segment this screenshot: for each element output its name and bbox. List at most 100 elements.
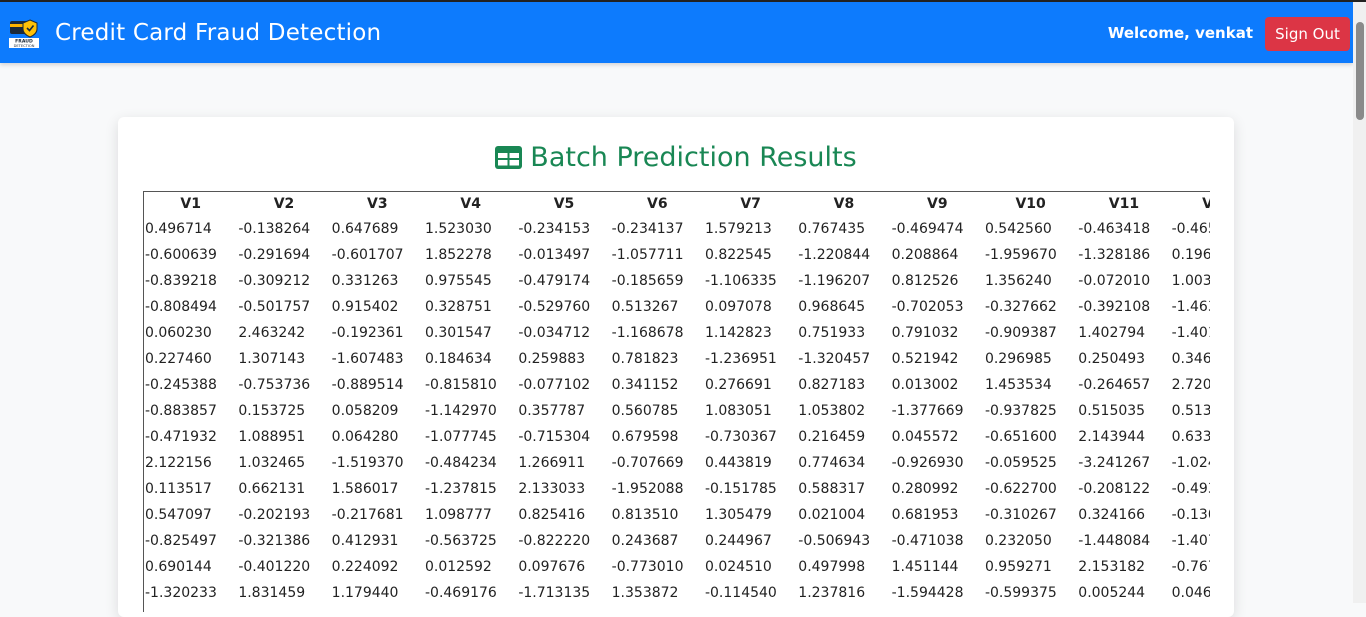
table-cell: -0.937825 (984, 403, 1057, 419)
scrollbar-thumb[interactable] (1356, 22, 1364, 120)
table-cell: -0.839218 (145, 273, 217, 289)
table-cell: 0.975545 (424, 273, 492, 289)
sign-out-button[interactable]: Sign Out (1265, 17, 1350, 51)
table-cell: -0.484234 (424, 455, 497, 471)
table-cell: -1.328186 (1078, 247, 1151, 263)
table-cell: 2.143944 (1078, 429, 1146, 445)
table-cell: -1.594428 (891, 585, 964, 601)
table-cell: 0.588317 (798, 481, 866, 497)
table-cell: -1.377669 (891, 403, 964, 419)
table-cell: -0.471932 (145, 429, 217, 445)
table-cell: -0.469474 (891, 221, 964, 237)
table-row: -0.245388 -0.753736 -0.889514 -0.815810 -0.0… (144, 372, 1210, 398)
results-card: Batch Prediction Results V1 V2 V3 V4 V5 V6 V7 V… (118, 117, 1234, 617)
svg-text:DETECTION: DETECTION (14, 44, 35, 48)
table-cell: 0.560785 (611, 403, 679, 419)
table-cell: -1.713135 (518, 585, 591, 601)
table-cell: 1.053802 (798, 403, 866, 419)
table-row: 2.122156 1.032465 -1.519370 -0.484234 1.2669… (144, 450, 1210, 476)
table-cell: -0.715304 (518, 429, 591, 445)
table-cell: 1.142823 (704, 325, 772, 341)
table-row: -0.825497 -0.321386 0.412931 -0.563725 -0.82… (144, 528, 1210, 554)
table-cell: 0.497998 (798, 559, 866, 575)
table-row: -0.808494 -0.501757 0.915402 0.328751 -0.529… (144, 294, 1210, 320)
table-cell: -0.529760 (518, 299, 591, 315)
table-cell: 0.647689 (331, 221, 399, 237)
table-cell: -0.469176 (424, 585, 497, 601)
table-cell: 2.463242 (238, 325, 306, 341)
table-cell: 0.959271 (984, 559, 1052, 575)
fraud-detection-logo: FRAUD DETECTION (9, 19, 39, 48)
table-row: 0.060230 2.463242 -0.192361 0.301547 -0.0347… (144, 320, 1210, 346)
table-cell: 0.521942 (891, 351, 959, 367)
table-cell: 0.097676 (518, 559, 586, 575)
table-cell: 1.179440 (331, 585, 399, 601)
column-header: V2 (273, 196, 295, 212)
table-cell: -1.057711 (611, 247, 684, 263)
page-scrollbar[interactable] (1353, 2, 1366, 603)
table-cell: -0.815810 (424, 377, 497, 393)
table-cell: -1.106335 (704, 273, 777, 289)
column-header: V8 (833, 196, 855, 212)
table-row: -1.320233 1.831459 1.179440 -0.469176 -1.713… (144, 580, 1210, 606)
table-cell: -0.563725 (424, 533, 497, 549)
table-cell: -1.407464 (1171, 533, 1210, 549)
table-cell: -0.291694 (238, 247, 311, 263)
table-cell: 0.357787 (518, 403, 586, 419)
table-cell: -1.607483 (331, 351, 404, 367)
table-cell: 0.679598 (611, 429, 679, 445)
table-cell: 0.633919 (1171, 429, 1210, 445)
navbar: FRAUD DETECTION Credit Card Fraud Detect… (0, 2, 1353, 63)
table-cell: 0.968645 (798, 299, 866, 315)
table-cell: 0.113517 (145, 481, 212, 497)
table-cell: 0.324166 (1078, 507, 1146, 523)
column-header: V10 (1015, 196, 1046, 212)
table-cell: -0.013497 (518, 247, 591, 263)
column-header: V4 (460, 196, 481, 212)
table-cell: 2.133033 (518, 481, 586, 497)
table-cell: -1.237815 (424, 481, 497, 497)
table-cell: 0.224092 (331, 559, 399, 575)
table-cell: 0.341152 (611, 377, 679, 393)
table-cell: 0.064280 (331, 429, 399, 445)
table-cell: -3.241267 (1078, 455, 1151, 471)
table-cell: -0.767348 (1171, 559, 1210, 575)
table-cell: -0.130143 (1171, 507, 1210, 523)
table-cell: 0.542560 (984, 221, 1052, 237)
table-cell: -0.889514 (331, 377, 404, 393)
table-cell: -0.138264 (238, 221, 311, 237)
results-table: V1V2V3V4V5V6V7V8V9V10V11V12V13V14 0.4967… (144, 192, 1210, 606)
table-cell: 0.280992 (891, 481, 959, 497)
table-cell: 0.690144 (145, 559, 212, 575)
card-title-text: Batch Prediction Results (530, 142, 857, 173)
table-cell: 0.012592 (424, 559, 492, 575)
table-cell: 0.097078 (704, 299, 772, 315)
table-cell: -0.506943 (798, 533, 871, 549)
table-cell: 0.513786 (1171, 403, 1210, 419)
column-header: V5 (553, 196, 575, 212)
column-header: V7 (740, 196, 761, 212)
table-cell: 1.579213 (704, 221, 772, 237)
column-header: V3 (367, 196, 388, 212)
table-row: -0.471932 1.088951 0.064280 -1.077745 -0.715… (144, 424, 1210, 450)
table-cell: -0.600639 (145, 247, 217, 263)
table-cell: -1.952088 (611, 481, 684, 497)
table-cell: -1.236951 (704, 351, 777, 367)
table-cell: 1.032465 (238, 455, 306, 471)
table-cell: 0.301547 (424, 325, 492, 341)
table-cell: 0.751933 (798, 325, 866, 341)
results-table-container[interactable]: V1V2V3V4V5V6V7V8V9V10V11V12V13V14 0.4967… (143, 191, 1210, 612)
table-cell: 0.013002 (891, 377, 959, 393)
table-cell: 1.402794 (1078, 325, 1146, 341)
table-cell: -0.601707 (331, 247, 404, 263)
table-cell: 1.307143 (238, 351, 306, 367)
table-cell: -0.202193 (238, 507, 311, 523)
table-cell: -0.185659 (611, 273, 684, 289)
table-cell: 1.453534 (984, 377, 1052, 393)
table-cell: -0.465730 (1171, 221, 1210, 237)
table-cell: 0.184634 (424, 351, 492, 367)
table-cell: 0.243687 (611, 533, 679, 549)
table-cell: -0.392108 (1078, 299, 1151, 315)
app-title[interactable]: Credit Card Fraud Detection (55, 18, 381, 48)
table-cell: 0.774634 (798, 455, 866, 471)
